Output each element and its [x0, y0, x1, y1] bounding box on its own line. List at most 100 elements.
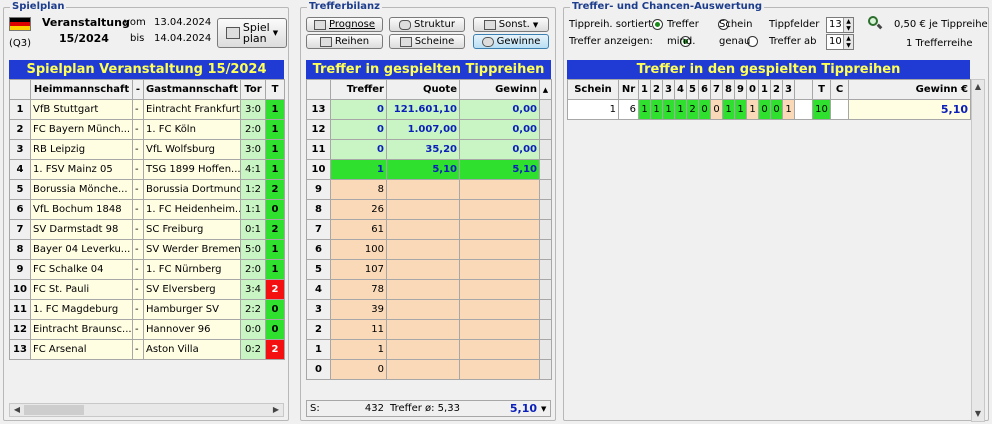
trefferbilanz-row[interactable]: 4 78 — [306, 279, 552, 300]
scroll-track[interactable] — [539, 119, 552, 140]
sort-down-icon[interactable]: ▼ — [541, 405, 546, 413]
scroll-track[interactable] — [539, 239, 552, 260]
auswertung-col-14[interactable]: 3 — [782, 79, 795, 100]
footer-average: Treffer ø: 5,33 — [390, 403, 460, 414]
spielplan-row[interactable]: 11 1. FC Magdeburg - Hamburger SV 2:2 0 — [9, 299, 285, 320]
auswertung-data-row[interactable]: 1 6 1 1 1 1 2 0 0 1 1 1 0 0 1 10 5,10 — [567, 99, 971, 120]
auswertung-col-0[interactable]: Schein — [567, 79, 619, 100]
trefferbilanz-row[interactable]: 6 100 — [306, 239, 552, 260]
col-dash[interactable]: - — [132, 79, 144, 100]
trefferbilanz-row[interactable]: 8 26 — [306, 199, 552, 220]
gewinne-button[interactable]: Gewinne — [473, 34, 549, 49]
trefferbilanz-row[interactable]: 13 0 121.601,10 0,00 — [306, 99, 552, 120]
scroll-track[interactable] — [539, 139, 552, 160]
trefferbilanz-row[interactable]: 7 61 — [306, 219, 552, 240]
spielplan-button[interactable]: Spiel plan ▼ — [217, 18, 287, 48]
spielplan-h-scrollbar[interactable]: ◀ ▶ — [9, 403, 284, 417]
col-quote[interactable]: Quote — [386, 79, 460, 100]
col-gewinn[interactable]: Gewinn — [459, 79, 540, 100]
spielplan-row[interactable]: 12 Eintracht Braunsc... - Hannover 96 0:0 0 — [9, 319, 285, 340]
scroll-up-icon[interactable]: ▲ — [972, 81, 984, 93]
auswertung-col-1[interactable]: Nr — [618, 79, 639, 100]
spielplan-row[interactable]: 10 FC St. Pauli - SV Elversberg 3:4 2 — [9, 279, 285, 300]
auswertung-col-5[interactable]: 4 — [674, 79, 687, 100]
tippfelder-spinner[interactable]: 13 ▲ ▼ — [826, 17, 854, 33]
scheine-button[interactable]: Scheine — [389, 34, 465, 49]
spielplan-row[interactable]: 1 VfB Stuttgart - Eintracht Frankfurt 3:0 1 — [9, 99, 285, 120]
anz-genau-label[interactable]: genau — [719, 36, 750, 47]
scroll-track[interactable] — [539, 359, 552, 380]
sort-up-icon[interactable]: ▲ — [539, 79, 552, 100]
col-gastmannschaft[interactable]: Gastmannschaft — [143, 79, 241, 100]
trefferbilanz-row[interactable]: 5 107 — [306, 259, 552, 280]
auswertung-col-4[interactable]: 3 — [662, 79, 675, 100]
scroll-right-icon[interactable]: ▶ — [270, 404, 282, 416]
spielplan-row[interactable]: 8 Bayer 04 Leverku... - SV Werder Bremen 5:0… — [9, 239, 285, 260]
spielplan-row[interactable]: 6 VfL Bochum 1848-1. FC Heidenheim... 1:1 0 — [9, 199, 285, 220]
spielplan-row[interactable]: 4 1. FSV Mainz 05- TSG 1899 Hoffen... 4:1 1 — [9, 159, 285, 180]
sort-treffer-radio[interactable] — [652, 19, 663, 30]
col-tor[interactable]: Tor — [240, 79, 266, 100]
auswertung-col-18[interactable]: Gewinn € — [848, 79, 971, 100]
trefferbilanz-row[interactable]: 3 39 — [306, 299, 552, 320]
scroll-thumb[interactable] — [24, 405, 84, 415]
schein-number: 1 — [567, 99, 619, 120]
spielplan-row[interactable]: 5 Borussia Mönche... - Borussia Dortmund 1:2… — [9, 179, 285, 200]
anz-mind-label[interactable]: mind. — [667, 36, 695, 47]
scroll-left-icon[interactable]: ◀ — [11, 404, 23, 416]
spin-up-icon[interactable]: ▲ — [843, 18, 853, 25]
trefferbilanz-row[interactable]: 10 1 5,10 5,10 — [306, 159, 552, 180]
auswertung-col-3[interactable]: 2 — [650, 79, 663, 100]
col-heimmannschaft[interactable]: Heimmannschaft — [30, 79, 133, 100]
trefferbilanz-row[interactable]: 2 11 — [306, 319, 552, 340]
reihen-button[interactable]: Reihen — [306, 34, 383, 49]
scroll-track[interactable] — [539, 199, 552, 220]
col-treffer[interactable]: Treffer — [330, 79, 387, 100]
scroll-track[interactable] — [539, 179, 552, 200]
scroll-track[interactable] — [539, 339, 552, 360]
zoom-icon[interactable] — [868, 16, 883, 30]
scroll-track[interactable] — [539, 279, 552, 300]
spielplan-row[interactable]: 3 RB Leipzig - VfL Wolfsburg 3:0 1 — [9, 139, 285, 160]
scroll-track[interactable] — [539, 159, 552, 180]
auswertung-col-17[interactable]: C — [830, 79, 849, 100]
sort-treffer-label[interactable]: Treffer — [667, 19, 699, 30]
auswertung-col-12[interactable]: 1 — [758, 79, 771, 100]
trefferbilanz-row[interactable]: 11 0 35,20 0,00 — [306, 139, 552, 160]
scroll-track[interactable] — [539, 219, 552, 240]
struktur-button[interactable]: Struktur — [389, 17, 465, 32]
spin-down-icon[interactable]: ▼ — [843, 42, 853, 49]
auswertung-col-11[interactable]: 0 — [746, 79, 759, 100]
scroll-track[interactable] — [539, 299, 552, 320]
scroll-track[interactable] — [539, 319, 552, 340]
auswertung-col-15[interactable] — [794, 79, 813, 100]
sort-schein-label[interactable]: Schein — [719, 19, 752, 30]
auswertung-col-9[interactable]: 8 — [722, 79, 735, 100]
scroll-track[interactable] — [539, 259, 552, 280]
spielplan-row[interactable]: 13 FC Arsenal - Aston Villa 0:2 2 — [9, 339, 285, 360]
prognose-button[interactable]: Prognose — [306, 17, 383, 32]
auswertung-col-8[interactable]: 7 — [710, 79, 723, 100]
auswertung-col-16[interactable]: T — [812, 79, 831, 100]
trefferbilanz-row[interactable]: 11 — [306, 339, 552, 360]
auswertung-col-6[interactable]: 5 — [686, 79, 699, 100]
treffer-ab-spinner[interactable]: 10 ▲ ▼ — [826, 34, 854, 50]
trefferbilanz-row[interactable]: 00 — [306, 359, 552, 380]
spielplan-row[interactable]: 9 FC Schalke 04-1. FC Nürnberg 2:0 1 — [9, 259, 285, 280]
col-tipp[interactable]: T — [265, 79, 285, 100]
scroll-down-icon[interactable]: ▼ — [972, 408, 984, 420]
reihen-label: Reihen — [334, 36, 370, 47]
auswertung-col-7[interactable]: 6 — [698, 79, 711, 100]
trefferbilanz-row[interactable]: 98 — [306, 179, 552, 200]
sonst-button[interactable]: Sonst. ▼ — [473, 17, 549, 32]
auswertung-col-13[interactable]: 2 — [770, 79, 783, 100]
scroll-track[interactable] — [539, 99, 552, 120]
auswertung-v-scrollbar[interactable]: ▲ ▼ — [971, 79, 985, 422]
auswertung-col-10[interactable]: 9 — [734, 79, 747, 100]
spielplan-row[interactable]: 7 SV Darmstadt 98- SC Freiburg 0:1 2 — [9, 219, 285, 240]
auswertung-col-2[interactable]: 1 — [638, 79, 651, 100]
spielplan-row[interactable]: 2 FC Bayern Münch... -1. FC Köln 2:0 1 — [9, 119, 285, 140]
trefferbilanz-row[interactable]: 12 0 1.007,00 0,00 — [306, 119, 552, 140]
spin-down-icon[interactable]: ▼ — [843, 25, 853, 32]
spin-up-icon[interactable]: ▲ — [843, 35, 853, 42]
